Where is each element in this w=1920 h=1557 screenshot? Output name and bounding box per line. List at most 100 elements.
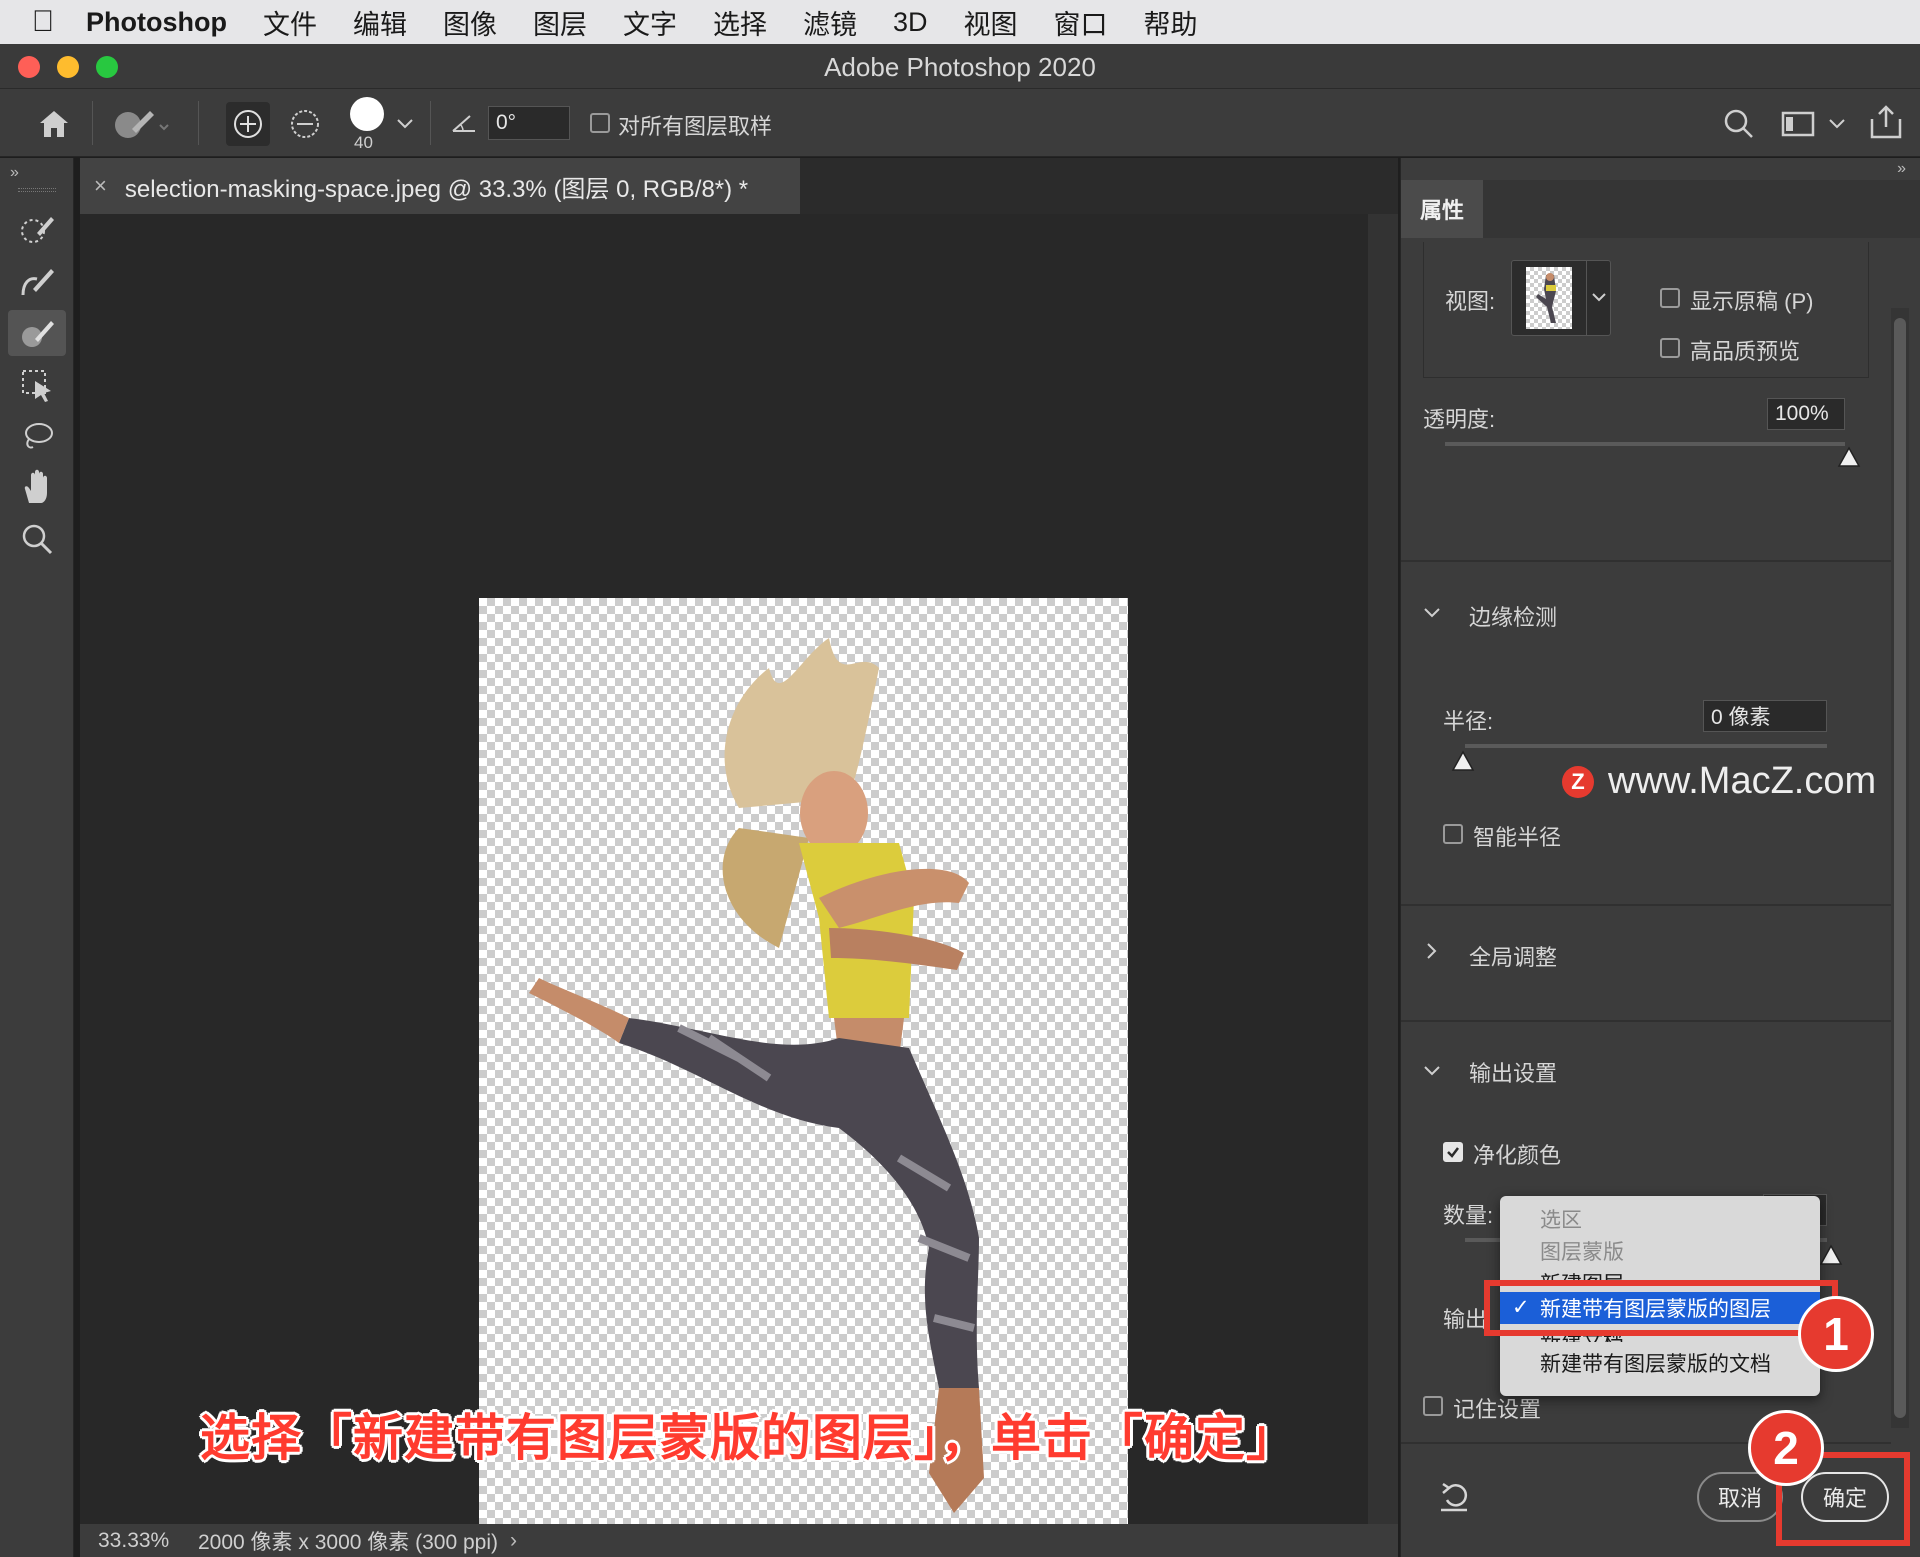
- remember-settings-checkbox[interactable]: [1423, 1396, 1443, 1416]
- decontaminate-colors-checkbox[interactable]: [1443, 1142, 1463, 1162]
- brush-size-preview[interactable]: [350, 97, 384, 131]
- divider: [430, 101, 431, 145]
- divider: [1401, 904, 1891, 906]
- radius-slider-track[interactable]: [1465, 744, 1827, 748]
- quick-selection-tool[interactable]: [8, 206, 66, 252]
- menu-app-name[interactable]: Photoshop: [86, 7, 227, 38]
- show-original-checkbox[interactable]: [1660, 288, 1680, 308]
- menu-type[interactable]: 文字: [623, 3, 677, 42]
- tools-panel: »: [0, 158, 74, 1557]
- brush-size-value: 40: [354, 133, 373, 152]
- add-mode-button[interactable]: [226, 102, 270, 146]
- opacity-slider-handle[interactable]: [1837, 446, 1861, 468]
- smart-radius-label: 智能半径: [1473, 825, 1562, 850]
- reset-icon[interactable]: [1437, 1478, 1473, 1514]
- search-icon[interactable]: [1722, 107, 1756, 141]
- watermark-logo-icon: Z: [1562, 765, 1594, 798]
- document-tab-title: selection-masking-space.jpeg @ 33.3% (图层…: [124, 175, 749, 203]
- menu-select[interactable]: 选择: [713, 3, 767, 42]
- canvas-area[interactable]: [80, 214, 1368, 1557]
- watermark-text: www.MacZ.com: [1608, 760, 1877, 802]
- chevron-down-icon[interactable]: [1828, 117, 1846, 131]
- panel-scrollbar-thumb[interactable]: [1894, 318, 1906, 1418]
- object-selection-icon: [22, 370, 51, 402]
- global-adjustments-section[interactable]: 全局调整: [1469, 940, 1557, 972]
- brush-tool[interactable]: [8, 310, 66, 356]
- radius-slider-handle[interactable]: [1451, 750, 1475, 772]
- output-settings-section[interactable]: 输出设置: [1469, 1056, 1557, 1088]
- dropdown-option-selection: 选区: [1540, 1209, 1582, 1232]
- menu-view[interactable]: 视图: [964, 3, 1018, 42]
- tab-properties[interactable]: 属性: [1401, 180, 1483, 238]
- object-selection-tool[interactable]: [8, 362, 66, 408]
- lasso-icon: [25, 423, 53, 449]
- document-info: 2000 像素 x 3000 像素 (300 ppi): [198, 1530, 498, 1554]
- sample-all-layers-label: 对所有图层取样: [618, 114, 773, 139]
- options-bar: 40 0° 对所有图层取样: [0, 89, 1920, 157]
- output-to-label: 输出: [1443, 1307, 1488, 1332]
- expand-panel-icon[interactable]: »: [10, 164, 19, 182]
- share-icon[interactable]: [1868, 103, 1904, 141]
- apple-icon[interactable]: : [0, 5, 86, 39]
- divider: [198, 101, 199, 145]
- step-badge-1: 1: [1798, 1296, 1874, 1372]
- home-icon[interactable]: [36, 107, 72, 139]
- menu-layer[interactable]: 图层: [533, 3, 587, 42]
- menu-file[interactable]: 文件: [263, 3, 317, 42]
- menu-edit[interactable]: 编辑: [353, 3, 407, 42]
- menubar:  Photoshop 文件 编辑 图像 图层 文字 选择 滤镜 3D 视图 窗…: [0, 0, 1920, 44]
- menu-window[interactable]: 窗口: [1054, 3, 1108, 42]
- document-tab[interactable]: × selection-masking-space.jpeg @ 33.3% (…: [80, 158, 800, 214]
- hand-icon: [24, 469, 47, 503]
- refine-edge-brush-tool[interactable]: [8, 258, 66, 304]
- menu-filter[interactable]: 滤镜: [803, 3, 857, 42]
- opacity-input[interactable]: 100%: [1767, 398, 1845, 430]
- edge-detection-section[interactable]: 边缘检测: [1469, 600, 1557, 632]
- radius-label: 半径:: [1443, 709, 1494, 734]
- chevron-down-icon[interactable]: [396, 117, 414, 131]
- document-tab-bar: × selection-masking-space.jpeg @ 33.3% (…: [80, 158, 1398, 214]
- hand-tool[interactable]: [8, 464, 66, 510]
- divider: [92, 101, 93, 145]
- show-original-label: 显示原稿 (P): [1690, 289, 1814, 314]
- divider: [1401, 560, 1891, 562]
- chevron-down-icon[interactable]: [1423, 1064, 1441, 1078]
- angle-icon: [452, 115, 475, 132]
- smart-radius-checkbox[interactable]: [1443, 824, 1463, 844]
- quick-selection-icon: [21, 217, 54, 243]
- radius-input[interactable]: 0 像素: [1703, 700, 1827, 732]
- vertical-scrollbar[interactable]: [1368, 214, 1398, 1524]
- add-circle-icon: [234, 110, 262, 138]
- zoom-tool[interactable]: [8, 516, 66, 562]
- chevron-down-icon[interactable]: [1423, 606, 1441, 620]
- refine-edge-brush-icon: [21, 269, 54, 296]
- divider: [1401, 1020, 1891, 1022]
- panel-grip[interactable]: [18, 188, 56, 192]
- opacity-slider-track[interactable]: [1445, 442, 1845, 446]
- refine-brush-preset-icon[interactable]: [110, 103, 170, 143]
- subtract-circle-icon[interactable]: [283, 102, 327, 146]
- panel-scrollbar[interactable]: [1891, 308, 1909, 1428]
- angle-input[interactable]: 0°: [488, 106, 570, 140]
- high-quality-preview-checkbox[interactable]: [1660, 338, 1680, 358]
- amount-slider-handle[interactable]: [1819, 1244, 1843, 1266]
- close-tab-icon[interactable]: ×: [94, 173, 107, 199]
- amount-label: 数量:: [1443, 1203, 1494, 1228]
- view-thumbnail: [1526, 267, 1572, 329]
- menu-3d[interactable]: 3D: [893, 7, 928, 38]
- lasso-tool[interactable]: [8, 414, 66, 460]
- opacity-label: 透明度:: [1423, 407, 1496, 432]
- collapse-panel-icon[interactable]: »: [1897, 160, 1906, 178]
- menu-help[interactable]: 帮助: [1144, 3, 1198, 42]
- workspace-icon[interactable]: [1780, 109, 1816, 139]
- menu-image[interactable]: 图像: [443, 3, 497, 42]
- decontaminate-colors-label: 净化颜色: [1473, 1143, 1562, 1168]
- status-bar: 33.33% 2000 像素 x 3000 像素 (300 ppi) ›: [80, 1524, 1398, 1557]
- dropdown-option-new-document-with-mask[interactable]: 新建带有图层蒙版的文档: [1540, 1348, 1771, 1378]
- zoom-level[interactable]: 33.33%: [98, 1529, 188, 1553]
- chevron-right-icon[interactable]: ›: [510, 1529, 517, 1553]
- sample-all-layers-checkbox[interactable]: [590, 113, 610, 133]
- chevron-right-icon[interactable]: [1425, 942, 1439, 960]
- checkmark-icon: [1447, 1147, 1459, 1158]
- view-mode-select[interactable]: [1511, 260, 1611, 336]
